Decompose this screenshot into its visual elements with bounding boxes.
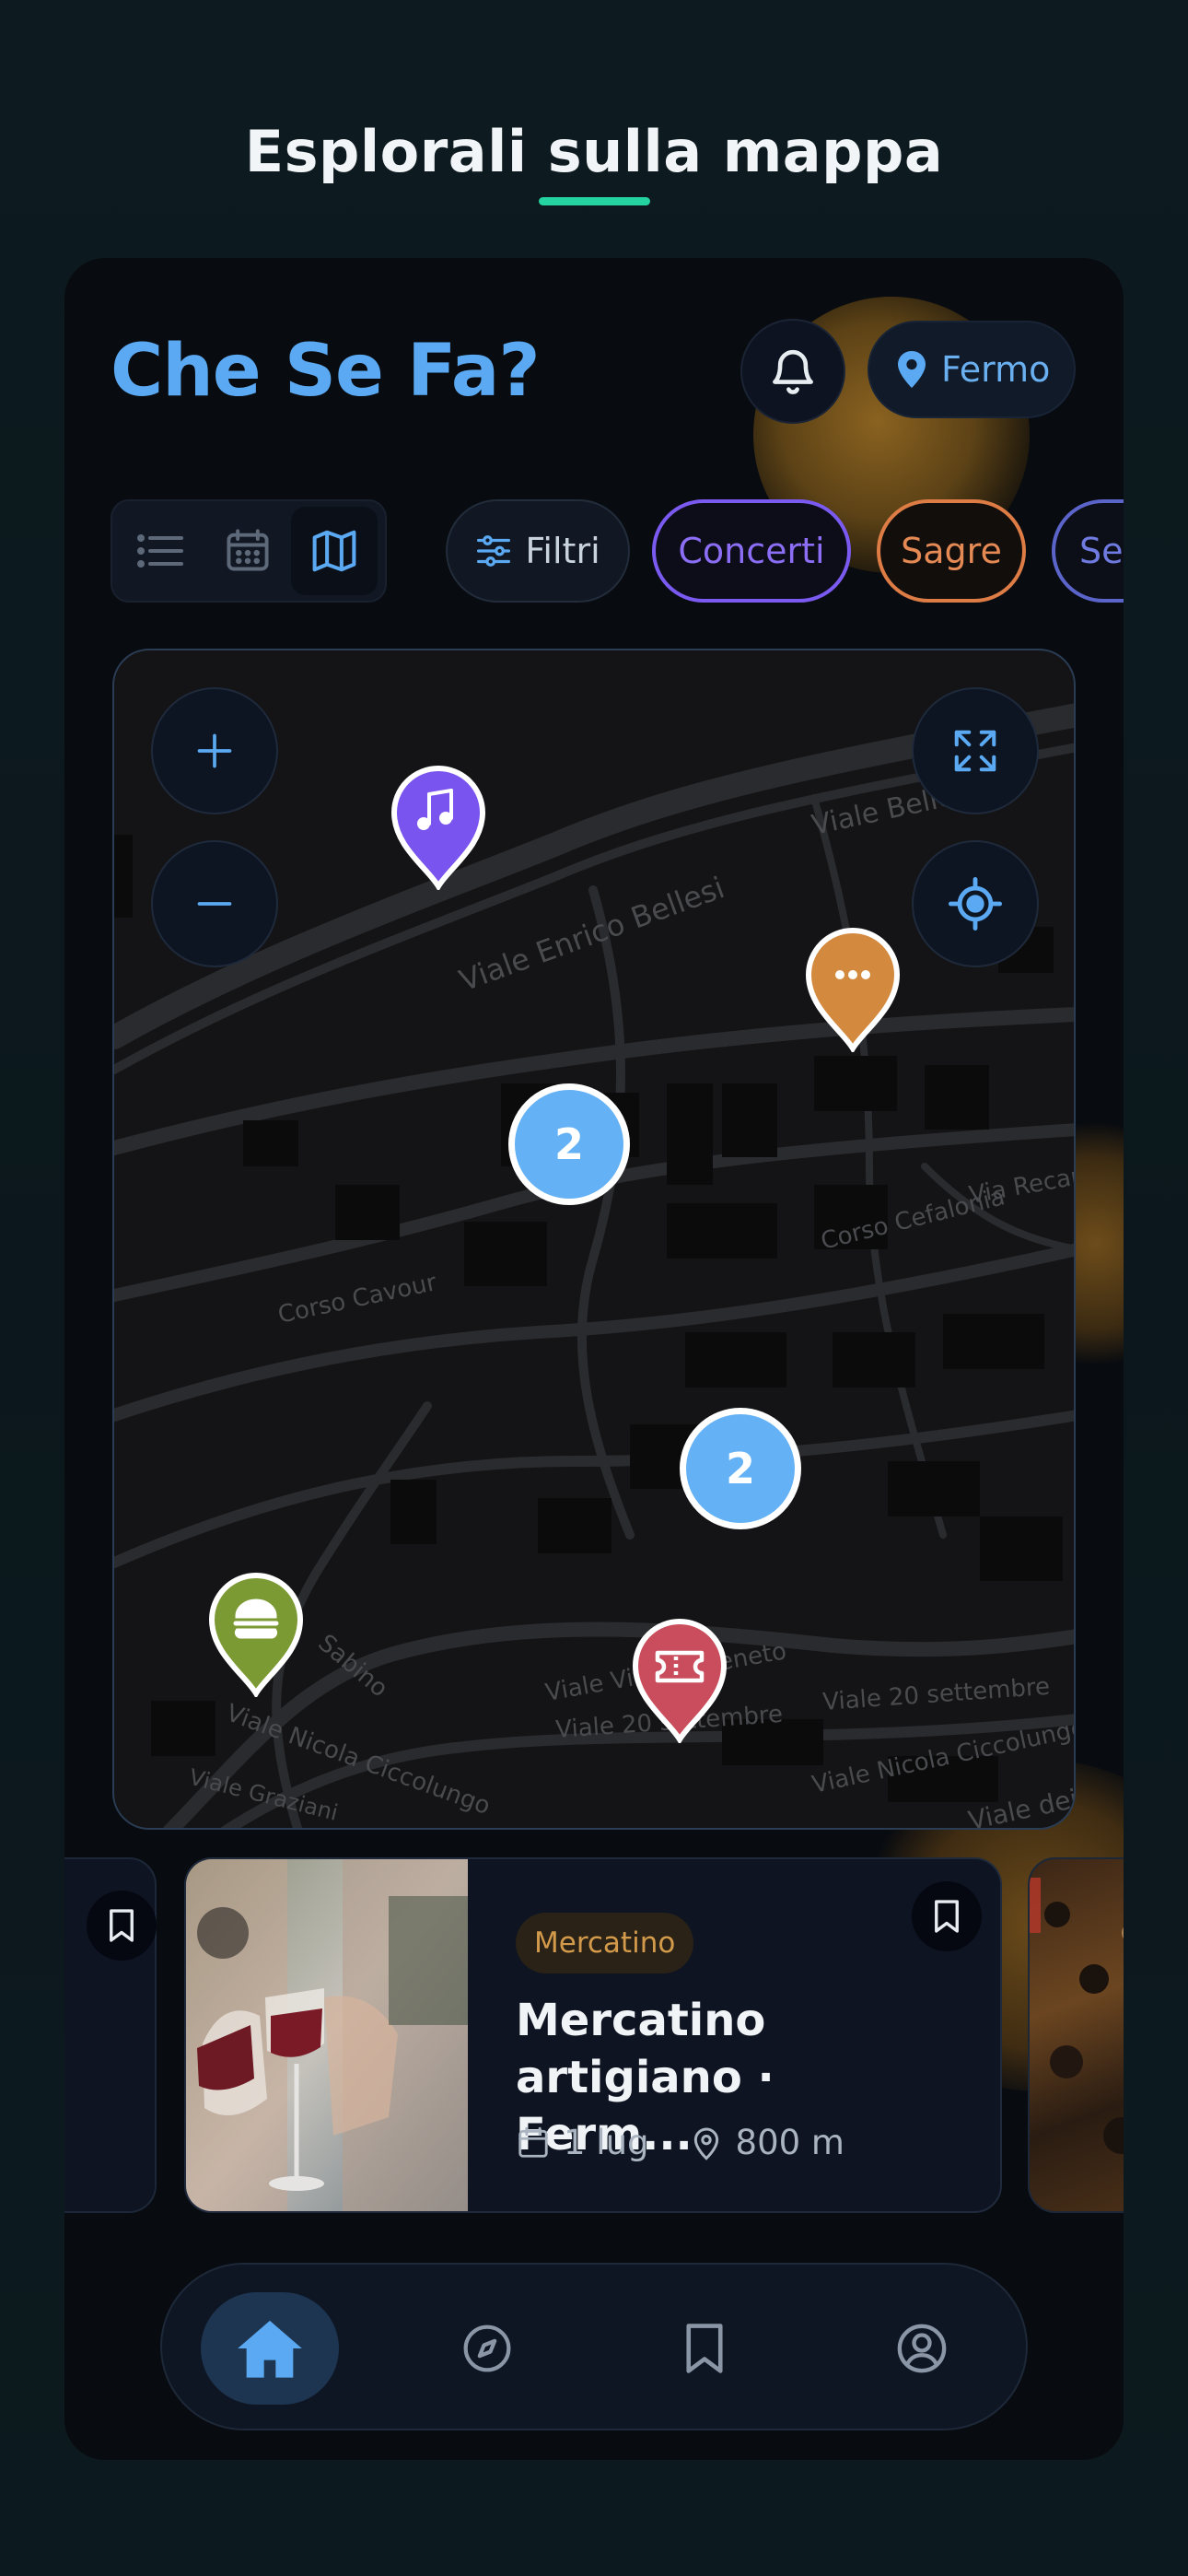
event-card-next[interactable] <box>1028 1857 1124 2213</box>
map-cluster[interactable]: 2 <box>680 1408 801 1529</box>
music-event-pin[interactable] <box>389 765 488 890</box>
notifications-button[interactable] <box>740 319 845 424</box>
event-date: 1 lug <box>564 2123 649 2162</box>
promo-headline: Esplorali sulla mappa <box>244 118 944 185</box>
location-selector[interactable]: Fermo <box>868 321 1076 418</box>
minus-icon <box>197 902 232 906</box>
nav-profile[interactable] <box>853 2292 991 2405</box>
event-card[interactable]: Mercatino Mercatino artigiano · Ferm... … <box>184 1857 1002 2213</box>
map-cluster[interactable]: 2 <box>508 1083 630 1205</box>
view-mode-toggle <box>111 499 387 603</box>
category-chip-sagre[interactable]: Sagre <box>877 499 1026 603</box>
category-chip-label: Se <box>1079 531 1124 571</box>
nav-home[interactable] <box>201 2292 339 2405</box>
calendar-view-button[interactable] <box>204 507 291 595</box>
bottom-nav <box>160 2263 1028 2430</box>
street-label: Via Recanati <box>967 1156 1076 1210</box>
event-meta: 1 lug 800 m <box>516 2123 844 2162</box>
app-screen: Che Se Fa? Fermo Filtri Concerti Sagre S… <box>64 258 1124 2460</box>
location-label: Fermo <box>941 349 1051 390</box>
other-event-pin[interactable] <box>803 927 903 1052</box>
event-distance: 800 m <box>735 2123 844 2162</box>
filters-button[interactable]: Filtri <box>446 499 630 603</box>
nav-saved[interactable] <box>635 2292 774 2405</box>
promo-underline <box>539 197 650 205</box>
list-view-button[interactable] <box>118 507 204 595</box>
map-pin-icon <box>898 351 926 388</box>
sliders-icon <box>477 535 511 567</box>
bookmark-icon <box>686 2324 723 2373</box>
event-card-previous[interactable] <box>64 1857 157 2213</box>
nav-explore[interactable] <box>418 2292 556 2405</box>
category-chip-partial[interactable]: Se <box>1052 499 1124 603</box>
event-photo <box>1030 1878 1124 2154</box>
fullscreen-button[interactable] <box>912 687 1039 814</box>
category-chip-concerti[interactable]: Concerti <box>652 499 851 603</box>
locate-me-button[interactable] <box>912 840 1039 967</box>
category-chip-label: Concerti <box>678 531 825 571</box>
food-event-pin[interactable] <box>206 1572 306 1697</box>
map-view-button[interactable] <box>291 507 378 595</box>
map-pin-icon <box>693 2127 718 2160</box>
calendar-icon <box>518 2126 548 2158</box>
bookmark-icon <box>110 1909 134 1942</box>
event-photo <box>186 1859 468 2211</box>
event-category-tag: Mercatino <box>516 1913 694 1973</box>
street-label: Viale 20 settembre <box>821 1673 1051 1716</box>
bell-icon <box>773 349 813 394</box>
bookmark-button[interactable] <box>912 1881 982 1951</box>
filters-label: Filtri <box>525 531 600 571</box>
compass-icon <box>463 2324 511 2372</box>
profile-icon <box>897 2324 947 2373</box>
list-icon <box>137 534 183 568</box>
map-icon <box>312 530 356 572</box>
more-icon <box>835 970 870 979</box>
ticket-event-pin[interactable] <box>630 1618 729 1743</box>
zoom-in-button[interactable] <box>151 687 278 814</box>
crosshair-icon <box>949 877 1002 931</box>
calendar-icon <box>227 529 269 571</box>
event-carousel[interactable]: Mercatino Mercatino artigiano · Ferm... … <box>64 1857 1124 2213</box>
expand-icon <box>954 730 996 772</box>
bookmark-button[interactable] <box>87 1891 157 1961</box>
category-chip-label: Sagre <box>901 531 1002 571</box>
app-title: Che Se Fa? <box>111 330 541 413</box>
map-view[interactable]: Viale Enrico Bellesi Viale Bellesi Corso… <box>112 649 1076 1830</box>
bookmark-icon <box>935 1900 959 1933</box>
zoom-out-button[interactable] <box>151 840 278 967</box>
home-icon <box>238 2320 302 2378</box>
street-label: Corso Cavour <box>275 1269 439 1329</box>
plus-icon <box>197 733 232 768</box>
